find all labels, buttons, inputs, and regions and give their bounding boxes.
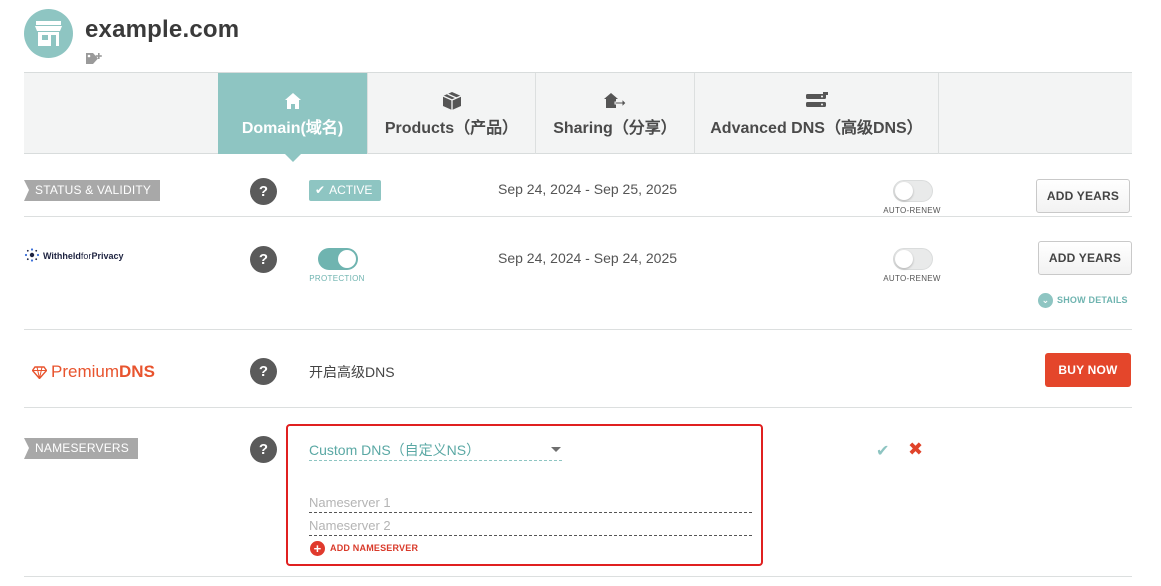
buy-now-button[interactable]: BUY NOW	[1045, 353, 1131, 387]
privacy-star-icon	[24, 248, 40, 262]
withheld-for-privacy-logo: WithheldforPrivacy	[24, 248, 123, 262]
tab-label: Products（产品）	[384, 120, 519, 137]
logo-text: Privacy	[91, 251, 124, 261]
nameserver-2-input[interactable]	[309, 516, 752, 536]
privacy-dates: Sep 24, 2024 - Sep 24, 2025	[498, 250, 678, 266]
logo-text: DNS	[119, 362, 155, 381]
auto-renew-label: AUTO-RENEW	[883, 274, 941, 283]
divider	[24, 407, 1132, 408]
help-icon[interactable]: ?	[250, 358, 277, 385]
auto-renew-label: AUTO-RENEW	[883, 206, 941, 215]
tab-sharing[interactable]: Sharing（分享）	[535, 73, 694, 154]
enable-premium-dns-text: 开启高级DNS	[309, 364, 395, 380]
auto-renew-toggle[interactable]	[893, 180, 933, 202]
box-icon	[442, 92, 461, 110]
chevron-down-icon: ⌄	[1038, 293, 1053, 308]
dns-type-value: Custom DNS（自定义NS）	[309, 442, 481, 458]
status-badge: ✔ ACTIVE	[309, 180, 381, 201]
tab-label: Domain(域名)	[241, 120, 344, 137]
add-nameserver-text: ADD NAMESERVER	[330, 542, 419, 553]
help-icon[interactable]: ?	[250, 436, 277, 463]
protection-label: PROTECTION	[309, 274, 365, 283]
validity-dates: Sep 24, 2024 - Sep 25, 2025	[498, 181, 678, 197]
tag-plus-icon[interactable]	[85, 52, 103, 70]
divider	[24, 576, 1132, 577]
tab-domain[interactable]: Domain(域名)	[218, 73, 367, 162]
show-details-link[interactable]: ⌄ SHOW DETAILS	[1038, 293, 1128, 308]
tab-advanced-dns[interactable]: Advanced DNS（高级DNS）	[694, 73, 938, 154]
caret-down-icon	[551, 447, 561, 452]
add-years-button[interactable]: ADD YEARS	[1038, 241, 1132, 275]
show-details-text: SHOW DETAILS	[1057, 294, 1128, 305]
logo-text: Withheld	[43, 251, 81, 261]
tab-spacer	[938, 73, 1132, 154]
protection-toggle[interactable]	[318, 248, 358, 270]
help-icon[interactable]: ?	[250, 178, 277, 205]
server-icon	[805, 92, 828, 107]
cancel-x-icon[interactable]: ✖	[908, 439, 923, 460]
plus-icon: +	[310, 541, 325, 556]
store-icon	[24, 9, 73, 58]
tab-products[interactable]: Products（产品）	[367, 73, 535, 154]
logo-text: for	[80, 251, 92, 261]
dns-type-select[interactable]: Custom DNS（自定义NS）	[309, 440, 562, 461]
nameservers-label: NAMESERVERS	[24, 438, 139, 459]
status-badge-text: ACTIVE	[329, 183, 373, 197]
domain-title: example.com	[85, 16, 240, 43]
premium-dns-logo: PremiumDNS	[32, 362, 155, 382]
divider	[24, 216, 1132, 217]
tab-label: Sharing（分享）	[553, 120, 677, 137]
divider	[24, 329, 1132, 330]
tabs-bar: Domain(域名) Products（产品） Sharing（分享） Adva…	[24, 72, 1132, 162]
logo-text: Premium	[51, 362, 120, 381]
home-icon	[284, 93, 301, 109]
gem-icon	[32, 366, 47, 379]
nameserver-1-input[interactable]	[309, 493, 752, 513]
check-icon: ✔	[315, 183, 326, 197]
help-icon[interactable]: ?	[250, 246, 277, 273]
confirm-check-icon[interactable]: ✔	[876, 441, 889, 461]
add-nameserver-button[interactable]: + ADD NAMESERVER	[310, 541, 418, 556]
tab-label: Advanced DNS（高级DNS）	[710, 120, 923, 137]
status-validity-label: STATUS & VALIDITY	[24, 180, 161, 201]
auto-renew-toggle[interactable]	[893, 248, 933, 270]
share-icon	[604, 93, 627, 109]
add-years-button[interactable]: ADD YEARS	[1036, 179, 1130, 213]
